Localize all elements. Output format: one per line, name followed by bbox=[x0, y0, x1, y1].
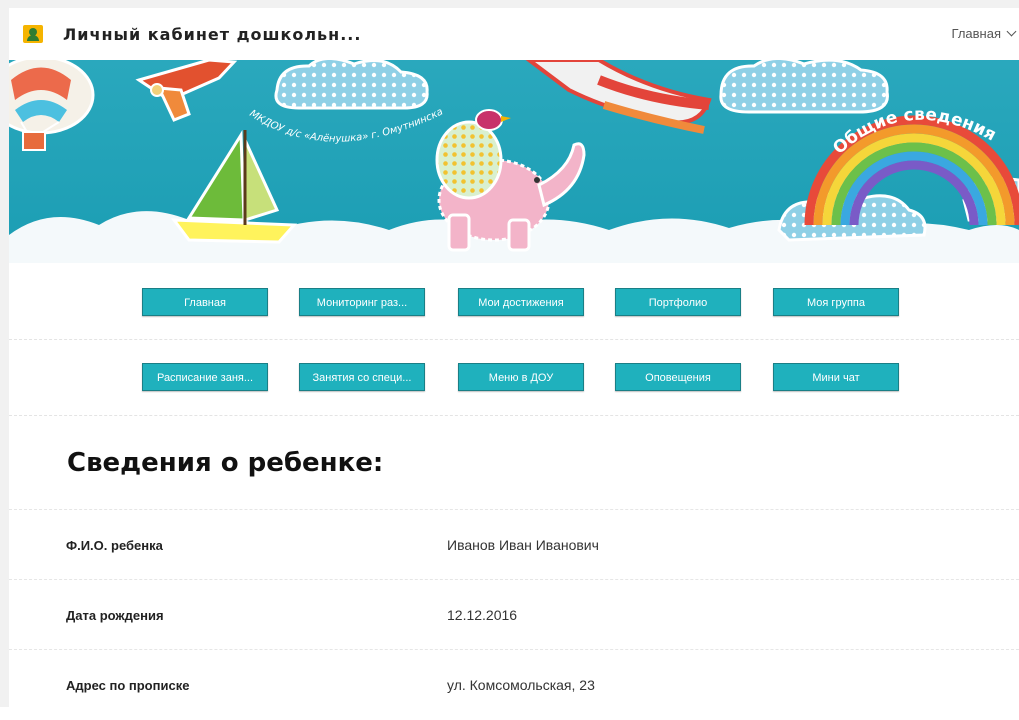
nav-button-schedule[interactable]: Расписание заня... bbox=[142, 363, 268, 391]
nav-row-1: Главная Мониторинг раз... Мои достижения… bbox=[9, 263, 1019, 340]
nav-row-2: Расписание заня... Занятия со специ... М… bbox=[9, 339, 1019, 416]
top-bar: Личный кабинет дошкольн... Главная bbox=[9, 8, 1019, 61]
nav-button-my-group[interactable]: Моя группа bbox=[773, 288, 899, 316]
window-frame-left bbox=[0, 0, 9, 707]
info-row-address: Адрес по прописке ул. Комсомольская, 23 bbox=[9, 649, 1019, 720]
nav-button-notifications[interactable]: Оповещения bbox=[615, 363, 741, 391]
kite bbox=[525, 60, 712, 134]
nav-button-monitoring[interactable]: Мониторинг раз... bbox=[299, 288, 425, 316]
info-row-name: Ф.И.О. ребенка Иванов Иван Иванович bbox=[9, 509, 1019, 580]
banner-arc-text: МКДОУ д/с «Алёнушка» г. Омутнинска bbox=[247, 106, 444, 144]
cloud-top-right bbox=[719, 60, 889, 114]
info-row-birthdate: Дата рождения 12.12.2016 bbox=[9, 579, 1019, 650]
section-title: Сведения о ребенке: bbox=[67, 448, 384, 478]
info-value: Иванов Иван Иванович bbox=[447, 537, 599, 553]
nav-button-achievements[interactable]: Мои достижения bbox=[458, 288, 584, 316]
nav-button-home[interactable]: Главная bbox=[142, 288, 268, 316]
home-menu-label: Главная bbox=[951, 26, 1001, 41]
nav-button-mini-chat[interactable]: Мини чат bbox=[773, 363, 899, 391]
info-value: 12.12.2016 bbox=[447, 607, 518, 623]
home-menu[interactable]: Главная bbox=[951, 26, 1017, 41]
info-label: Дата рождения bbox=[66, 608, 164, 623]
window-frame-top bbox=[0, 0, 1019, 8]
chevron-down-icon bbox=[1006, 26, 1017, 37]
info-label: Адрес по прописке bbox=[66, 678, 190, 693]
hot-air-balloon bbox=[9, 60, 95, 151]
header-banner: МКДОУ д/с «Алёнушка» г. Омутнинска Общие… bbox=[9, 60, 1019, 263]
nav-button-portfolio[interactable]: Портфолио bbox=[615, 288, 741, 316]
nav-button-menu[interactable]: Меню в ДОУ bbox=[458, 363, 584, 391]
nav-button-specialist-classes[interactable]: Занятия со специ... bbox=[299, 363, 425, 391]
app-icon bbox=[23, 25, 43, 43]
sailboat bbox=[170, 130, 298, 244]
airplane bbox=[135, 60, 238, 122]
info-label: Ф.И.О. ребенка bbox=[66, 538, 163, 553]
cloud-top-left bbox=[274, 60, 429, 110]
app-title: Личный кабинет дошкольн... bbox=[63, 24, 362, 44]
banner-illustration: МКДОУ д/с «Алёнушка» г. Омутнинска Общие… bbox=[9, 60, 1019, 263]
info-value: ул. Комсомольская, 23 bbox=[447, 677, 595, 693]
